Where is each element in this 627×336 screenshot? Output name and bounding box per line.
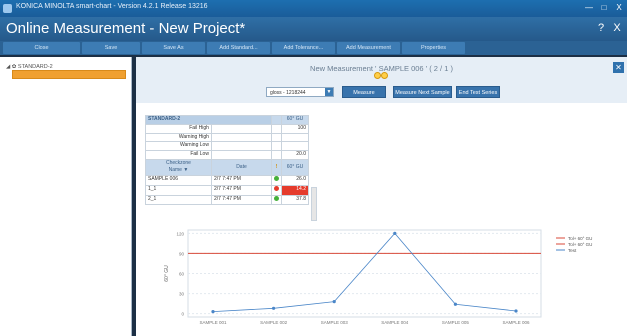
table-row[interactable]: SAMPLE 006 2/7 7:47 PM 26.0: [145, 174, 309, 186]
legend-label: Tol+ 60° GU: [568, 242, 592, 247]
data-point: [211, 310, 215, 314]
row-date: 2/7 7:47 PM: [210, 194, 273, 206]
y-tick-label: 120: [176, 231, 184, 236]
data-point: [272, 306, 276, 310]
column-header-value[interactable]: 60° GU: [281, 158, 309, 176]
x-tick-label: SAMPLE 001: [199, 320, 227, 325]
close-window-button[interactable]: X: [612, 3, 626, 13]
column-header-gloss: 60° GU: [281, 115, 309, 125]
standard-name-cell: STANDARD-2: [145, 115, 272, 125]
maximize-button[interactable]: □: [597, 3, 611, 13]
close-page-button[interactable]: X: [610, 21, 624, 35]
device-select-value: gloss - 1218244: [270, 90, 306, 96]
status-fail-icon: [274, 185, 279, 191]
name-sort-label: Name ▼: [168, 167, 189, 174]
row-name: SAMPLE 006: [145, 174, 212, 186]
limit-label: Fail Low: [145, 150, 212, 160]
limit-value: 100: [281, 123, 309, 134]
limit-value: 20.0: [281, 150, 309, 160]
tree-selected-label: SAMPLE 006: [15, 80, 46, 86]
x-tick-label: SAMPLE 006: [502, 320, 530, 325]
y-axis-label: 60° GU: [164, 265, 170, 282]
y-tick-label: 0: [181, 312, 184, 317]
table-scrollbar[interactable]: [311, 187, 317, 221]
measurement-chart: 0 30 60 90 120 60° GU SAMPLE 001 SAMPLE 002 SAMP…: [164, 229, 592, 325]
page-header: Online Measurement - New Project* ? X: [0, 17, 627, 41]
status-ok-icon: [274, 175, 279, 181]
status-dot-icon: [381, 72, 388, 79]
measure-button[interactable]: Measure: [342, 86, 386, 98]
properties-button[interactable]: Properties: [402, 42, 465, 54]
minimize-button[interactable]: —: [582, 3, 596, 13]
status-dot-icon: [374, 72, 381, 79]
tree-item-selected[interactable]: SAMPLE 006: [12, 70, 126, 86]
toolbar: Close Save Save As Add Standard... Add T…: [0, 41, 627, 55]
legend-label: Test: [568, 248, 577, 253]
chevron-down-icon[interactable]: ▼: [325, 88, 333, 96]
row-date: 2/7 7:47 PM: [210, 184, 273, 196]
limit-value: [281, 132, 309, 143]
tree-panel: ◢ ✿ STANDARD-2 SAMPLE 006: [0, 57, 132, 336]
data-point: [393, 231, 397, 235]
window-title: KONICA MINOLTA smart-chart - Version 4.2…: [16, 3, 208, 10]
row-name: 1_1: [145, 184, 212, 196]
status-ok-icon: [274, 195, 279, 201]
data-point: [332, 300, 336, 304]
measurement-header: New Measurement ' SAMPLE 006 ' ( 2 / 1 )…: [136, 57, 627, 103]
x-tick-label: SAMPLE 005: [442, 320, 470, 325]
measure-next-sample-button[interactable]: Measure Next Sample: [393, 86, 452, 98]
limit-value: [281, 141, 309, 152]
table-row[interactable]: 2_1 2/7 7:47 PM 37.8: [145, 194, 309, 206]
save-button[interactable]: Save: [82, 42, 140, 54]
add-standard-button[interactable]: Add Standard...: [207, 42, 270, 54]
save-as-button[interactable]: Save As: [142, 42, 205, 54]
limit-label: Warning High: [145, 132, 212, 143]
row-value-fail: 14.2: [281, 184, 309, 196]
row-date: 2/7 7:47 PM: [210, 174, 273, 186]
column-header-checkzone[interactable]: Checkzone Name ▼: [145, 158, 212, 176]
close-measurement-icon[interactable]: ✕: [613, 62, 624, 73]
y-tick-label: 60: [179, 272, 185, 277]
app-logo-icon: [3, 4, 12, 13]
x-tick-label: SAMPLE 002: [260, 320, 288, 325]
warning-column-icon: !: [271, 158, 282, 176]
close-button[interactable]: Close: [3, 42, 80, 54]
end-test-series-button[interactable]: End Test Series: [456, 86, 500, 98]
data-grid: STANDARD-2 60° GU Fail High 100 Warning …: [145, 115, 309, 206]
help-button[interactable]: ?: [594, 21, 608, 35]
row-value: 26.0: [281, 174, 309, 186]
measurement-panel: New Measurement ' SAMPLE 006 ' ( 2 / 1 )…: [136, 57, 627, 336]
data-point: [514, 309, 518, 313]
add-tolerance-button[interactable]: Add Tolerance...: [272, 42, 335, 54]
column-header-date[interactable]: Date: [210, 158, 273, 176]
y-tick-label: 30: [179, 292, 185, 297]
row-value: 37.8: [281, 194, 309, 206]
y-tick-label: 90: [179, 251, 185, 256]
row-name: 2_1: [145, 194, 212, 206]
measure-controls: gloss - 1218244 ▼ Measure Measure Next S…: [266, 85, 504, 101]
page-title: Online Measurement - New Project*: [6, 20, 246, 37]
x-tick-label: SAMPLE 004: [381, 320, 409, 325]
table-row[interactable]: 1_1 2/7 7:47 PM 14.2: [145, 184, 309, 196]
title-bar: KONICA MINOLTA smart-chart - Version 4.2…: [0, 0, 627, 17]
add-measurement-button[interactable]: Add Measurement: [337, 42, 400, 54]
x-tick-label: SAMPLE 003: [321, 320, 349, 325]
limit-label: Fail High: [145, 123, 212, 134]
legend-label: Tol+ 60° GU: [568, 236, 592, 241]
device-select[interactable]: gloss - 1218244 ▼: [266, 87, 334, 97]
limit-label: Warning Low: [145, 141, 212, 152]
data-point: [453, 302, 457, 306]
status-dots: [372, 72, 392, 79]
measurement-table: STANDARD-2 60° GU Fail High 100 Warning …: [145, 115, 317, 221]
